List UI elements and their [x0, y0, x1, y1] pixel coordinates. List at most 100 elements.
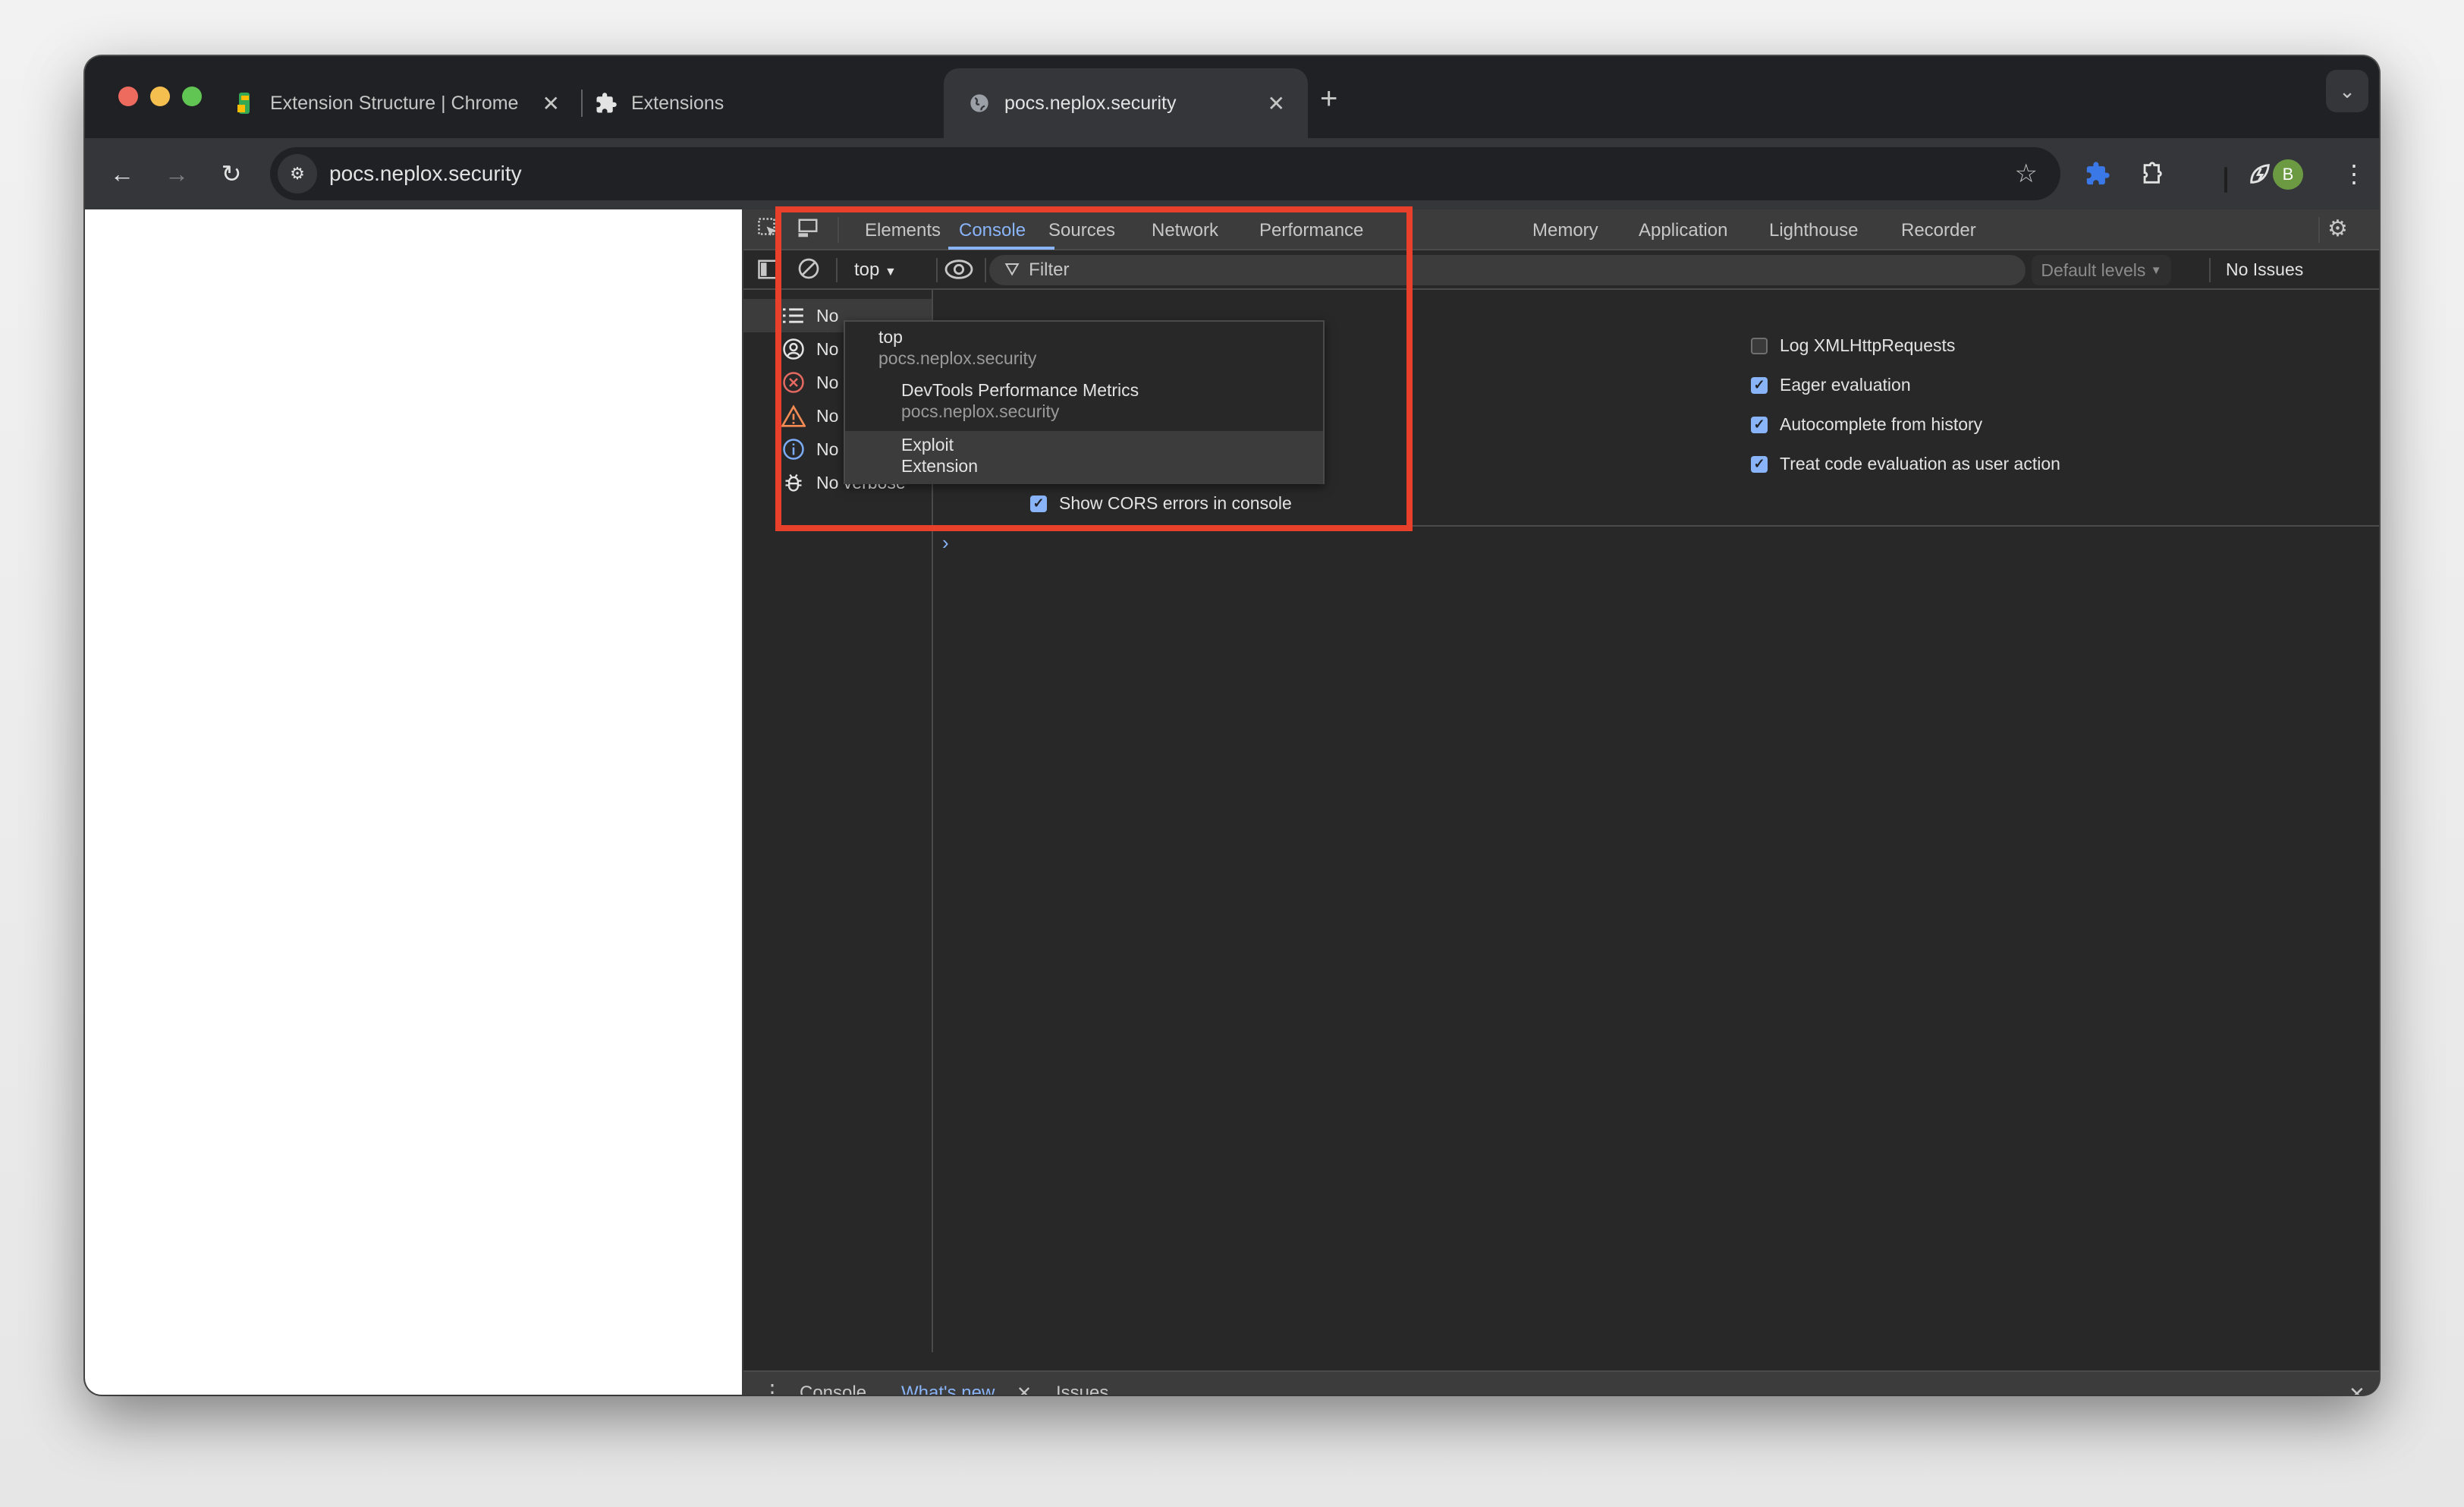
devtools-tab-performance[interactable]: Performance — [1259, 220, 1363, 241]
devtools-tab-elements[interactable]: Elements — [865, 220, 941, 241]
chrome-dino-icon — [234, 92, 256, 115]
filter-input[interactable]: ⛛ Filter — [989, 255, 2026, 285]
devtools-tab-network[interactable]: Network — [1152, 220, 1218, 241]
arrow-right-icon: → — [165, 159, 189, 187]
tab-title: pocs.neplox.security — [1004, 92, 1177, 114]
checkbox-checked[interactable]: ✓ — [1751, 416, 1768, 433]
checkbox-checked[interactable]: ✓ — [1030, 495, 1047, 512]
context-option-devtools-metrics[interactable]: DevTools Performance Metrics pocs.neplox… — [845, 379, 1323, 428]
context-option-top[interactable]: top pocs.neplox.security — [845, 326, 1323, 375]
devtools-tab-application[interactable]: Application — [1639, 220, 1727, 241]
close-tab-icon[interactable]: ✕ — [1268, 91, 1285, 116]
devtools-panel: Elements Console Sources Network Perform… — [742, 209, 2379, 1395]
browser-window: Extension Structure | Chrome ✕ Extension… — [85, 56, 2379, 1395]
context-option-exploit-extension[interactable]: Exploit Extension — [845, 431, 1323, 484]
new-tab-button[interactable]: + — [1320, 82, 1337, 116]
close-window-button[interactable] — [118, 87, 138, 106]
tune-icon: ⚙ — [290, 164, 305, 183]
browser-tab-pocs[interactable]: pocs.neplox.security ✕ — [944, 68, 1308, 138]
devtools-tab-memory[interactable]: Memory — [1532, 220, 1598, 241]
globe-icon — [968, 92, 991, 115]
clear-console-icon[interactable] — [797, 256, 821, 285]
setting-label: Autocomplete from history — [1780, 414, 1983, 434]
console-prompt[interactable]: › — [942, 531, 949, 555]
extension-puzzle-active-icon[interactable] — [2079, 155, 2117, 193]
setting-log-xhr[interactable]: Log XMLHttpRequests — [1751, 335, 1955, 356]
devtools-tabbar: Elements Console Sources Network Perform… — [743, 209, 2379, 250]
sidebar-item-label: No — [816, 372, 839, 392]
sidebar-toggle-icon[interactable] — [757, 258, 780, 285]
arrow-left-icon: ← — [110, 159, 134, 187]
setting-label: Treat code evaluation as user action — [1780, 454, 2060, 473]
tab-title: Extensions — [631, 92, 724, 114]
toolbar-divider — [2224, 167, 2227, 193]
reload-button[interactable]: ↻ — [212, 155, 250, 193]
forward-button[interactable]: → — [158, 155, 196, 193]
dropdown-triangle-icon: ▼ — [2150, 263, 2162, 277]
back-button[interactable]: ← — [103, 155, 141, 193]
browser-toolbar: ← → ↻ ⚙ pocs.neplox.security ☆ B ⋮ — [85, 138, 2379, 209]
devtools-drawer: ⋮ Console What's new ✕ Issues ✕ — [743, 1370, 2379, 1395]
drawer-close-icon[interactable]: ✕ — [2349, 1383, 2365, 1395]
profile-avatar[interactable]: B — [2273, 159, 2303, 190]
url-text[interactable]: pocs.neplox.security — [329, 162, 522, 186]
option-title: DevTools Performance Metrics — [901, 380, 1139, 400]
log-levels-label: Default levels — [2041, 260, 2146, 280]
issues-counter[interactable]: No Issues — [2226, 260, 2303, 280]
list-icon — [781, 304, 806, 328]
device-toolbar-icon[interactable] — [797, 217, 819, 244]
option-title: top — [878, 327, 903, 347]
minimize-window-button[interactable] — [150, 87, 170, 106]
window-controls — [118, 87, 202, 106]
active-tab-indicator — [948, 247, 1054, 250]
option-subtitle: pocs.neplox.security — [878, 348, 1037, 368]
checkbox-checked[interactable]: ✓ — [1751, 376, 1768, 394]
setting-show-cors-errors[interactable]: ✓ Show CORS errors in console — [1030, 493, 1292, 514]
browser-tab-extension-structure[interactable]: Extension Structure | Chrome ✕ — [234, 68, 583, 138]
filter-funnel-icon: ⛛ — [1004, 260, 1020, 280]
address-bar[interactable]: ⚙ pocs.neplox.security ☆ — [270, 147, 2060, 200]
drawer-tab-whats-new[interactable]: What's new — [901, 1383, 995, 1395]
checkbox-checked[interactable]: ✓ — [1751, 455, 1768, 473]
log-levels-dropdown[interactable]: Default levels ▼ — [2032, 255, 2171, 285]
tab-strip: Extension Structure | Chrome ✕ Extension… — [85, 56, 2379, 138]
devtools-tab-sources[interactable]: Sources — [1048, 220, 1115, 241]
sidebar-item-label: No — [816, 405, 839, 426]
devtools-settings-icon[interactable]: ⚙ — [2327, 216, 2348, 242]
error-icon — [781, 370, 806, 395]
sidebar-item-label: No — [816, 338, 839, 359]
warning-icon — [781, 404, 806, 428]
setting-autocomplete-history[interactable]: ✓ Autocomplete from history — [1751, 414, 1982, 435]
setting-label: Eager evaluation — [1780, 375, 1911, 395]
browser-menu-button[interactable]: ⋮ — [2335, 155, 2373, 193]
drawer-menu-icon[interactable]: ⋮ — [762, 1380, 783, 1395]
setting-treat-code-eval[interactable]: ✓ Treat code evaluation as user action — [1751, 454, 2060, 474]
drawer-tab-issues[interactable]: Issues — [1056, 1383, 1108, 1395]
inspect-element-icon[interactable] — [757, 217, 780, 244]
setting-label: Show CORS errors in console — [1059, 493, 1292, 513]
site-info-button[interactable]: ⚙ — [278, 154, 317, 193]
console-toolbar: top ▼ ⛛ Filter Default levels ▼ No Issue… — [743, 250, 2379, 290]
info-icon — [781, 437, 806, 461]
maximize-window-button[interactable] — [182, 87, 202, 106]
devtools-tab-console[interactable]: Console — [959, 220, 1026, 241]
live-expression-eye-icon[interactable] — [944, 256, 974, 286]
tab-title: Extension Structure | Chrome — [270, 92, 519, 114]
setting-label: Log XMLHttpRequests — [1780, 335, 1956, 355]
drawer-tab-console[interactable]: Console — [800, 1383, 866, 1395]
puzzle-icon — [595, 92, 618, 115]
close-tab-icon[interactable]: ✕ — [542, 91, 560, 116]
extensions-menu-icon[interactable] — [2133, 155, 2171, 193]
reload-icon: ↻ — [221, 160, 242, 187]
devtools-tab-lighthouse[interactable]: Lighthouse — [1769, 220, 1858, 241]
bookmark-star-icon[interactable]: ☆ — [2015, 159, 2038, 189]
user-icon — [781, 337, 806, 361]
more-vert-icon: ⋮ — [2342, 160, 2366, 187]
settings-divider — [935, 525, 2379, 527]
drawer-tab-close-icon[interactable]: ✕ — [1017, 1383, 1032, 1395]
context-selector[interactable]: top ▼ — [854, 260, 897, 281]
checkbox[interactable] — [1751, 337, 1768, 354]
tab-search-button[interactable]: ⌄ — [2326, 70, 2368, 112]
devtools-tab-recorder[interactable]: Recorder — [1901, 220, 1976, 241]
setting-eager-evaluation[interactable]: ✓ Eager evaluation — [1751, 375, 1911, 395]
